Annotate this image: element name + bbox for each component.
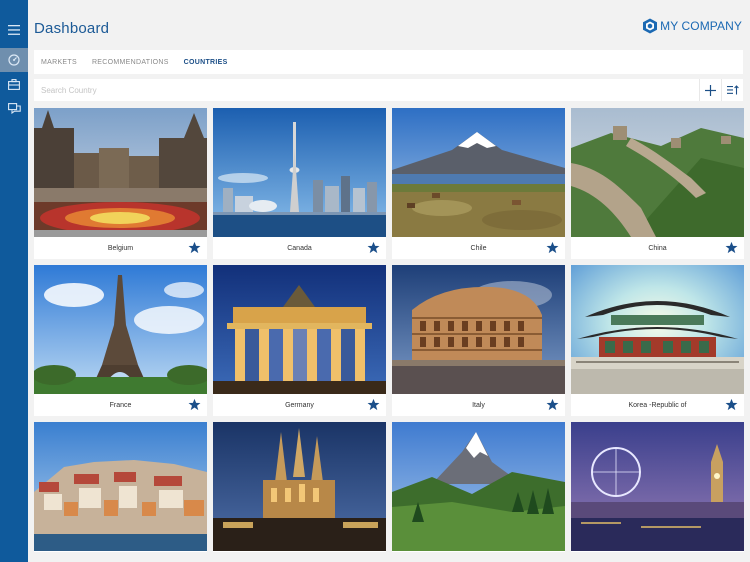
country-name: France [109,401,132,409]
country-card[interactable] [571,422,744,552]
tab-markets[interactable]: MARKETS [41,59,77,66]
country-card-canada[interactable]: Canada [213,108,386,259]
country-card[interactable] [392,422,565,552]
country-image [34,265,207,394]
country-name: China [648,244,667,252]
company-logo-icon [643,18,658,34]
search-input[interactable] [34,79,699,101]
page-title: Dashboard [34,20,110,37]
country-name: Germany [285,401,314,409]
country-image [213,108,386,237]
country-image [34,108,207,237]
country-name: Canada [287,244,312,252]
country-image [213,422,386,551]
sidebar [0,0,28,562]
country-name: Italy [472,401,485,409]
menu-icon[interactable] [0,18,28,42]
country-image [571,265,744,394]
country-grid: Belgium Canada Chile China France German… [34,108,744,552]
country-name: Chile [470,244,487,252]
country-card-france[interactable]: France [34,265,207,416]
star-icon[interactable] [188,241,201,254]
plus-icon [705,84,716,96]
country-card[interactable] [213,422,386,552]
country-image [392,422,565,551]
country-card-italy[interactable]: Italy [392,265,565,416]
header: Dashboard MY COMPANY [28,0,750,52]
country-image [571,108,744,237]
brand: MY COMPANY [642,18,742,34]
country-card-china[interactable]: China [571,108,744,259]
country-image [392,265,565,394]
briefcase-icon[interactable] [0,72,28,96]
chat-icon[interactable] [0,96,28,120]
tab-recommendations[interactable]: RECOMMENDATIONS [92,59,169,66]
country-card-belgium[interactable]: Belgium [34,108,207,259]
add-button[interactable] [699,79,721,101]
star-icon[interactable] [188,398,201,411]
dashboard-icon[interactable] [0,48,28,72]
country-image [571,422,744,551]
sort-icon [726,85,739,95]
star-icon[interactable] [725,241,738,254]
star-icon[interactable] [367,241,380,254]
country-card-korea[interactable]: Korea -Republic of [571,265,744,416]
country-image [213,265,386,394]
star-icon[interactable] [546,241,559,254]
search-bar [34,79,743,101]
country-card-germany[interactable]: Germany [213,265,386,416]
country-image [392,108,565,237]
star-icon[interactable] [367,398,380,411]
star-icon[interactable] [546,398,559,411]
country-card-chile[interactable]: Chile [392,108,565,259]
brand-name: MY COMPANY [660,19,742,33]
tab-bar: MARKETS RECOMMENDATIONS COUNTRIES [34,50,743,74]
tab-countries[interactable]: COUNTRIES [184,59,228,66]
country-image [34,422,207,551]
country-name: Korea -Republic of [628,401,687,409]
star-icon[interactable] [725,398,738,411]
country-card[interactable] [34,422,207,552]
country-name: Belgium [107,244,134,252]
sort-button[interactable] [721,79,743,101]
